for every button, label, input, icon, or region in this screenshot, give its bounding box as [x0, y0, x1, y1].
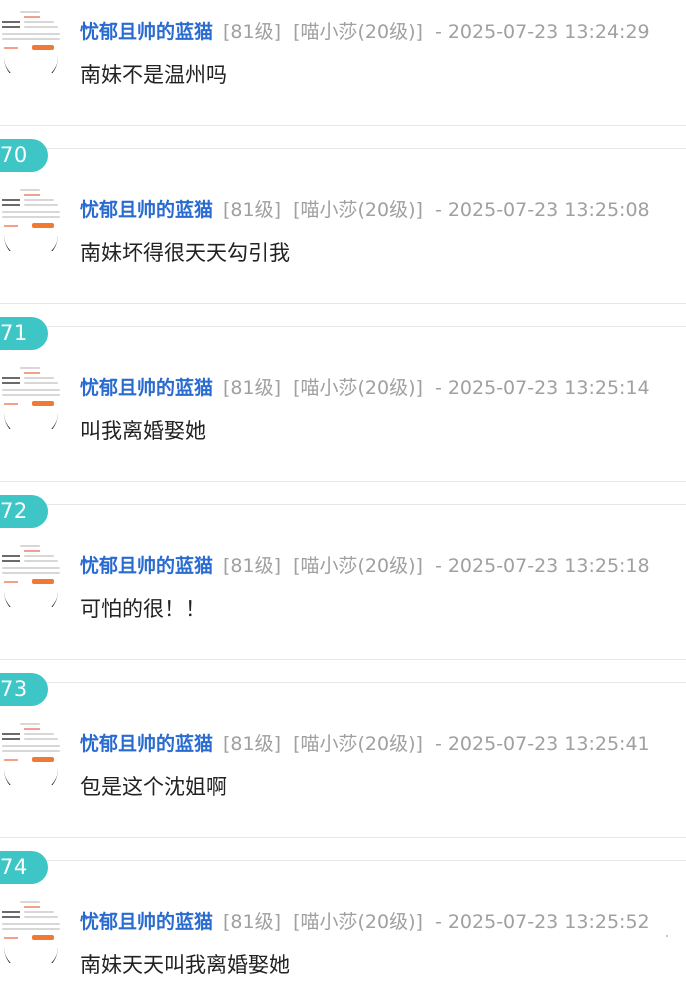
post-meta: 忧郁且帅的蓝猫 [81级] [喵小莎(20级)] - 2025-07-23 13:…	[80, 910, 650, 934]
post-content: 叫我离婚娶她	[80, 419, 206, 443]
post-content: 南妹天天叫我离婚娶她	[80, 953, 290, 977]
user-title: [喵小莎(20级)]	[293, 21, 423, 43]
user-title: [喵小莎(20级)]	[293, 911, 423, 933]
divider	[0, 125, 686, 126]
divider	[0, 860, 686, 861]
avatar[interactable]	[0, 185, 62, 251]
post-item: 74 忧郁且帅的蓝猫 [81级] [喵小莎(20级)] - 2025-07-23 …	[0, 814, 686, 992]
user-level: [81级]	[223, 199, 282, 221]
scroll-indicator-dot	[666, 935, 668, 937]
username-link[interactable]: 忧郁且帅的蓝猫	[80, 555, 213, 577]
user-level: [81级]	[223, 377, 282, 399]
divider	[0, 148, 686, 149]
user-title: [喵小莎(20级)]	[293, 199, 423, 221]
post-meta: 忧郁且帅的蓝猫 [81级] [喵小莎(20级)] - 2025-07-23 13:…	[80, 198, 650, 222]
post-timestamp: - 2025-07-23 13:25:14	[434, 377, 650, 399]
post-timestamp: - 2025-07-23 13:25:52	[434, 911, 650, 933]
floor-number-badge: 71	[0, 317, 48, 350]
post-content: 可怕的很！！	[80, 597, 206, 621]
divider	[0, 682, 686, 683]
user-level: [81级]	[223, 911, 282, 933]
divider	[0, 837, 686, 838]
floor-number-badge: 74	[0, 851, 48, 884]
username-link[interactable]: 忧郁且帅的蓝猫	[80, 377, 213, 399]
post-timestamp: - 2025-07-23 13:25:18	[434, 555, 650, 577]
user-level: [81级]	[223, 733, 282, 755]
divider	[0, 326, 686, 327]
username-link[interactable]: 忧郁且帅的蓝猫	[80, 199, 213, 221]
username-link[interactable]: 忧郁且帅的蓝猫	[80, 911, 213, 933]
post-timestamp: - 2025-07-23 13:25:08	[434, 199, 650, 221]
post-timestamp: - 2025-07-23 13:25:41	[434, 733, 650, 755]
avatar[interactable]	[0, 897, 62, 963]
divider	[0, 481, 686, 482]
avatar[interactable]	[0, 541, 62, 607]
divider	[0, 504, 686, 505]
post-meta: 忧郁且帅的蓝猫 [81级] [喵小莎(20级)] - 2025-07-23 13:…	[80, 732, 650, 756]
user-title: [喵小莎(20级)]	[293, 377, 423, 399]
post-item: 70 忧郁且帅的蓝猫 [81级] [喵小莎(20级)] - 2025-07-23 …	[0, 102, 686, 280]
post-item: 72 忧郁且帅的蓝猫 [81级] [喵小莎(20级)] - 2025-07-23 …	[0, 458, 686, 636]
divider	[0, 659, 686, 660]
post-item: 忧郁且帅的蓝猫 [81级] [喵小莎(20级)] - 2025-07-23 13:…	[0, 0, 686, 102]
post-content: 南妹不是温州吗	[80, 63, 227, 87]
post-thread: 忧郁且帅的蓝猫 [81级] [喵小莎(20级)] - 2025-07-23 13:…	[0, 0, 686, 992]
user-level: [81级]	[223, 21, 282, 43]
avatar[interactable]	[0, 363, 62, 429]
post-timestamp: - 2025-07-23 13:24:29	[434, 21, 650, 43]
user-title: [喵小莎(20级)]	[293, 555, 423, 577]
avatar[interactable]	[0, 719, 62, 785]
post-item: 71 忧郁且帅的蓝猫 [81级] [喵小莎(20级)] - 2025-07-23 …	[0, 280, 686, 458]
post-content: 南妹坏得很天天勾引我	[80, 241, 290, 265]
post-meta: 忧郁且帅的蓝猫 [81级] [喵小莎(20级)] - 2025-07-23 13:…	[80, 20, 650, 44]
user-title: [喵小莎(20级)]	[293, 733, 423, 755]
username-link[interactable]: 忧郁且帅的蓝猫	[80, 733, 213, 755]
floor-number-badge: 70	[0, 139, 48, 172]
user-level: [81级]	[223, 555, 282, 577]
post-content: 包是这个沈姐啊	[80, 775, 227, 799]
username-link[interactable]: 忧郁且帅的蓝猫	[80, 21, 213, 43]
divider	[0, 303, 686, 304]
post-meta: 忧郁且帅的蓝猫 [81级] [喵小莎(20级)] - 2025-07-23 13:…	[80, 554, 650, 578]
avatar[interactable]	[0, 7, 62, 73]
floor-number-badge: 72	[0, 495, 48, 528]
post-item: 73 忧郁且帅的蓝猫 [81级] [喵小莎(20级)] - 2025-07-23 …	[0, 636, 686, 814]
post-meta: 忧郁且帅的蓝猫 [81级] [喵小莎(20级)] - 2025-07-23 13:…	[80, 376, 650, 400]
floor-number-badge: 73	[0, 673, 48, 706]
